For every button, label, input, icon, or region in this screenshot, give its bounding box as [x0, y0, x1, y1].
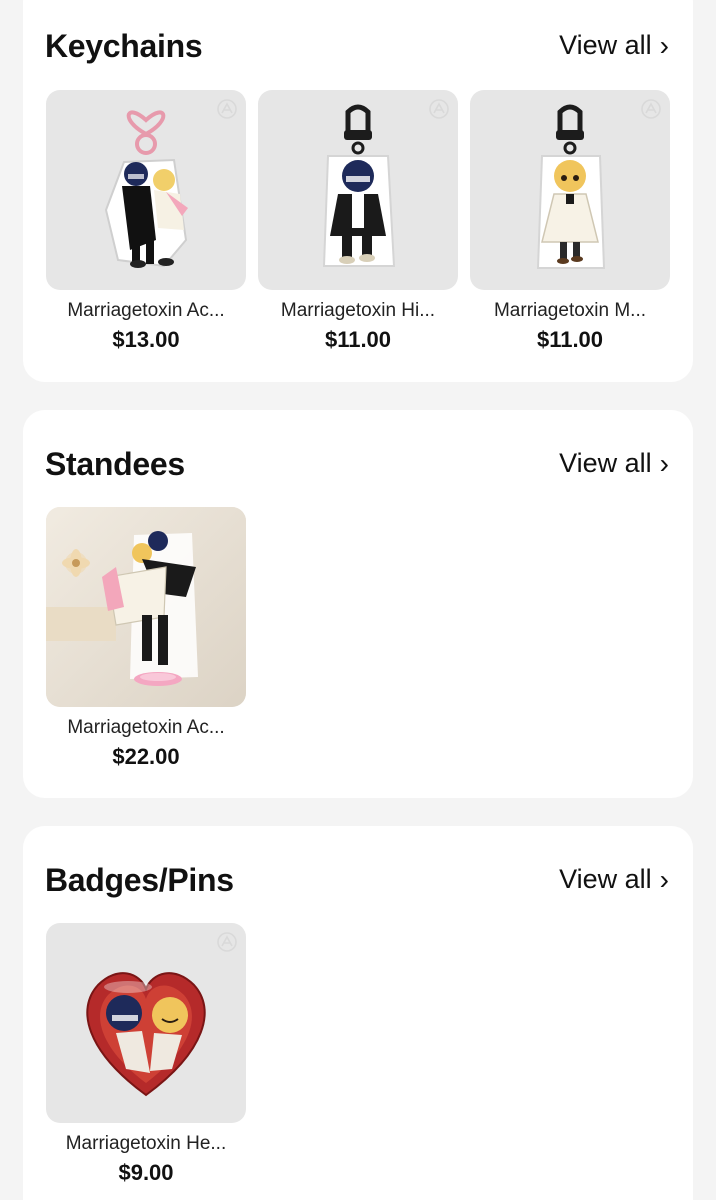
- chevron-right-icon: ›: [659, 863, 669, 895]
- keychain-couple-image: [104, 110, 188, 268]
- section-standees: Standees View all › Marriagetoxin Ac... …: [23, 410, 693, 798]
- view-all-label: View all: [559, 30, 652, 60]
- view-all-link[interactable]: View all ›: [559, 864, 669, 895]
- product-image[interactable]: [46, 507, 246, 707]
- product-name[interactable]: Marriagetoxin He...: [46, 1133, 246, 1155]
- product-card[interactable]: Marriagetoxin Ac... $22.00: [46, 507, 246, 770]
- heart-badge-image: [86, 972, 206, 1097]
- product-card[interactable]: Marriagetoxin He... $9.00: [46, 923, 246, 1186]
- keychain-character-image: [536, 104, 606, 269]
- brand-watermark-icon: [217, 932, 237, 952]
- chevron-right-icon: ›: [659, 29, 669, 61]
- product-name[interactable]: Marriagetoxin M...: [470, 300, 670, 322]
- product-price: $22.00: [112, 744, 180, 769]
- section-title: Badges/Pins: [45, 862, 234, 898]
- product-name[interactable]: Marriagetoxin Ac...: [46, 300, 246, 322]
- product-image[interactable]: [258, 90, 458, 290]
- product-price: $13.00: [112, 327, 180, 352]
- brand-watermark-icon: [217, 99, 237, 119]
- product-price: $11.00: [536, 327, 604, 352]
- brand-watermark-icon: [641, 99, 661, 119]
- chevron-right-icon: ›: [659, 447, 669, 479]
- product-price: $9.00: [118, 1160, 174, 1185]
- product-price: $11.00: [324, 327, 392, 352]
- product-card[interactable]: Marriagetoxin Ac... $13.00: [46, 90, 246, 353]
- section-title: Standees: [45, 446, 185, 482]
- standee-photo-image: [46, 507, 246, 707]
- product-image[interactable]: [46, 923, 246, 1123]
- product-list: Marriagetoxin He... $9.00: [46, 923, 246, 1186]
- product-name[interactable]: Marriagetoxin Ac...: [46, 717, 246, 739]
- product-image[interactable]: [46, 90, 246, 290]
- product-list: Marriagetoxin Ac... $22.00: [46, 507, 246, 770]
- view-all-label: View all: [559, 448, 652, 478]
- product-name[interactable]: Marriagetoxin Hi...: [258, 300, 458, 322]
- section-title: Keychains: [45, 28, 203, 64]
- view-all-label: View all: [559, 864, 652, 894]
- product-card[interactable]: Marriagetoxin M... $11.00: [470, 90, 670, 353]
- product-image[interactable]: [470, 90, 670, 290]
- view-all-link[interactable]: View all ›: [559, 448, 669, 479]
- keychain-character-image: [322, 104, 396, 267]
- product-card[interactable]: Marriagetoxin Hi... $11.00: [258, 90, 458, 353]
- section-badges-pins: Badges/Pins View all › Marriagetoxin He.…: [23, 826, 693, 1200]
- product-list: Marriagetoxin Ac... $13.00 Marriagetoxin…: [46, 90, 670, 353]
- brand-watermark-icon: [429, 99, 449, 119]
- view-all-link[interactable]: View all ›: [559, 30, 669, 61]
- section-keychains: Keychains View all › Marriagetoxin Ac...…: [23, 0, 693, 382]
